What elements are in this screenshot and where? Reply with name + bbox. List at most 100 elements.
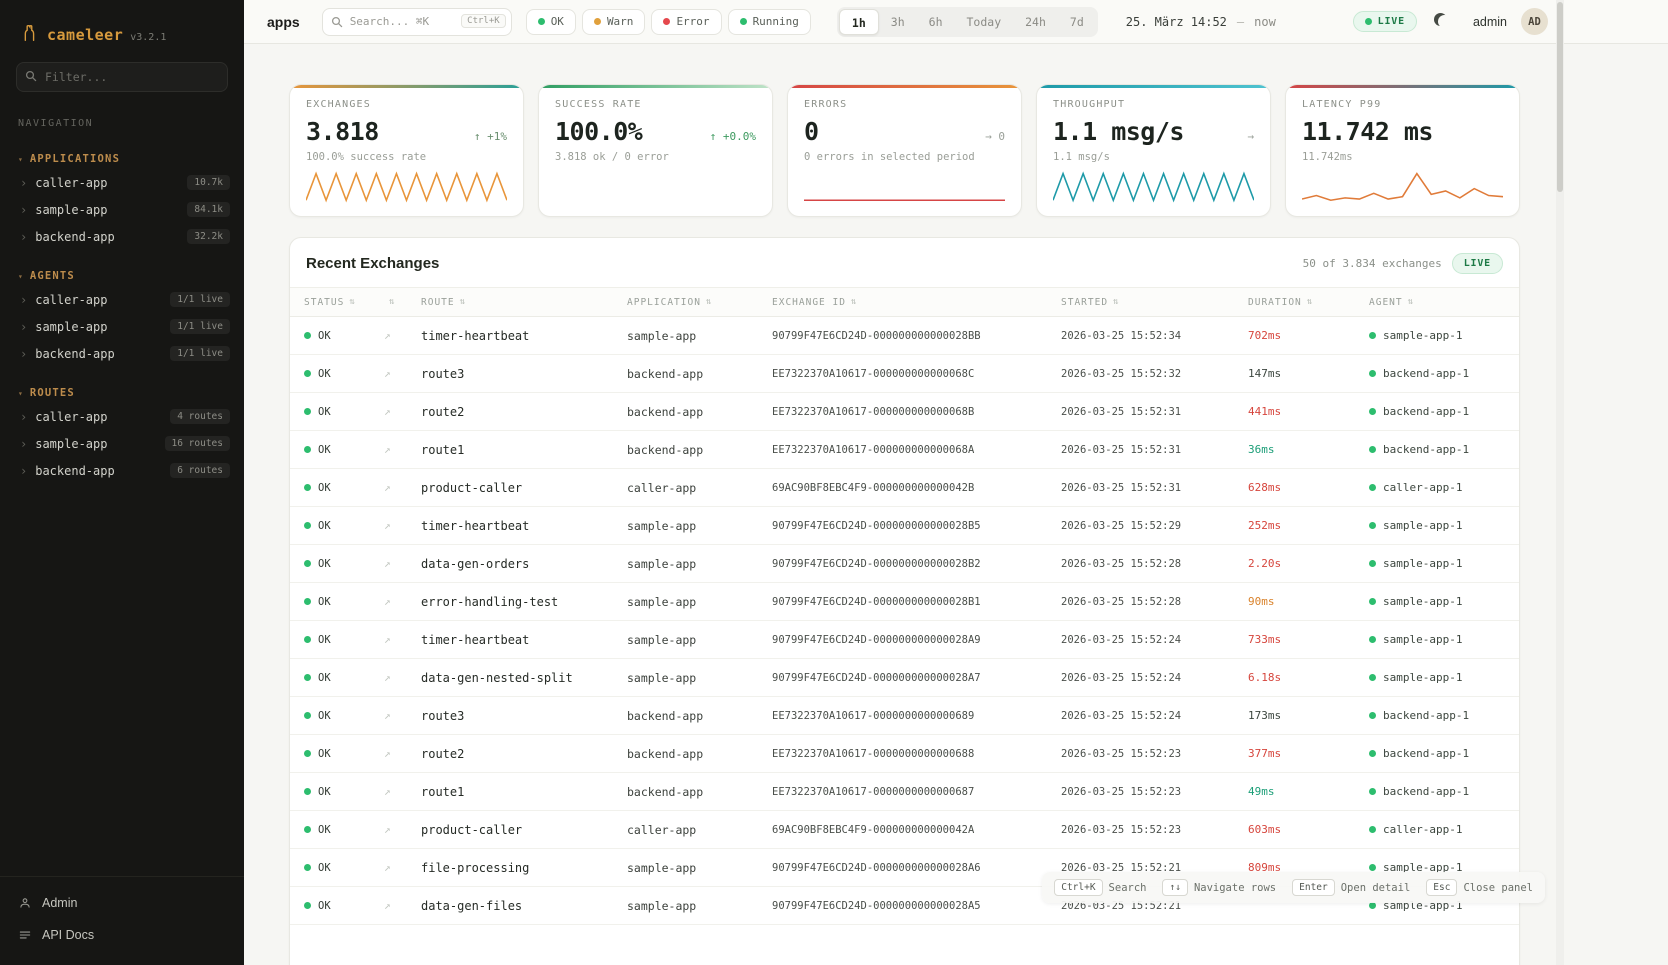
sidebar-section-header[interactable]: ▾ AGENTS (0, 266, 244, 286)
ok-status-dot-icon (304, 788, 311, 795)
open-detail-icon[interactable]: ↗ (384, 899, 421, 912)
keyboard-hint: Esc Close panel (1426, 879, 1533, 896)
status-label: OK (318, 710, 331, 722)
started-cell: 2026-03-25 15:52:29 (1061, 520, 1248, 532)
open-detail-icon[interactable]: ↗ (384, 329, 421, 342)
avatar[interactable]: AD (1521, 8, 1548, 35)
open-detail-icon[interactable]: ↗ (384, 823, 421, 836)
table-row[interactable]: OK ↗ route3 backend-app EE7322370A10617-… (290, 355, 1519, 393)
sidebar-item[interactable]: › backend-app 32.2k (0, 223, 244, 250)
table-row[interactable]: OK ↗ route1 backend-app EE7322370A10617-… (290, 431, 1519, 469)
application-cell: backend-app (627, 367, 772, 381)
table-row[interactable]: OK ↗ route2 backend-app EE7322370A10617-… (290, 735, 1519, 773)
table-row[interactable]: OK ↗ timer-heartbeat sample-app 90799F47… (290, 317, 1519, 355)
column-header[interactable]: ROUTE ⇅ (421, 297, 627, 308)
sort-icon: ⇅ (389, 297, 395, 307)
open-detail-icon[interactable]: ↗ (384, 405, 421, 418)
sidebar-item[interactable]: › sample-app 16 routes (0, 430, 244, 457)
sidebar: cameleer v3.2.1 NAVIGATION ▾ APPLICATION… (0, 0, 244, 965)
table-row[interactable]: OK ↗ route2 backend-app EE7322370A10617-… (290, 393, 1519, 431)
datetime-display: 25. März 14:52 — now (1126, 15, 1276, 29)
column-header[interactable]: ⇅ (384, 297, 421, 307)
open-detail-icon[interactable]: ↗ (384, 709, 421, 722)
column-header[interactable]: AGENT ⇅ (1369, 297, 1519, 308)
column-header[interactable]: STATUS ⇅ (304, 297, 384, 308)
live-label: LIVE (1378, 16, 1405, 27)
sidebar-item[interactable]: › backend-app 6 routes (0, 457, 244, 484)
ok-status-dot-icon (304, 864, 311, 871)
column-header[interactable]: STARTED ⇅ (1061, 297, 1248, 308)
time-range-button[interactable]: 24h (1013, 9, 1058, 35)
sidebar-footer-label: Admin (42, 896, 77, 910)
open-detail-icon[interactable]: ↗ (384, 785, 421, 798)
open-detail-icon[interactable]: ↗ (384, 671, 421, 684)
table-row[interactable]: OK ↗ timer-heartbeat sample-app 90799F47… (290, 621, 1519, 659)
table-row[interactable]: OK ↗ error-handling-test sample-app 9079… (290, 583, 1519, 621)
sidebar-item[interactable]: › caller-app 10.7k (0, 169, 244, 196)
sidebar-item[interactable]: › backend-app 1/1 live (0, 340, 244, 367)
open-detail-icon[interactable]: ↗ (384, 557, 421, 570)
open-detail-icon[interactable]: ↗ (384, 519, 421, 532)
chevron-right-icon: › (20, 320, 27, 334)
agent-status-dot-icon (1369, 446, 1376, 453)
route-cell: timer-heartbeat (421, 633, 627, 647)
status-filter-chip[interactable]: Warn (582, 9, 646, 35)
sidebar-section-title: ROUTES (30, 387, 75, 399)
started-cell: 2026-03-25 15:52:32 (1061, 368, 1248, 380)
table-row[interactable]: OK ↗ data-gen-orders sample-app 90799F47… (290, 545, 1519, 583)
open-detail-icon[interactable]: ↗ (384, 481, 421, 494)
page-scrollbar[interactable] (1556, 0, 1564, 965)
sidebar-item-api-docs[interactable]: API Docs (0, 919, 244, 951)
table-row[interactable]: OK ↗ data-gen-nested-split sample-app 90… (290, 659, 1519, 697)
column-header[interactable]: DURATION ⇅ (1248, 297, 1369, 308)
sidebar-item-label: sample-app (35, 203, 179, 217)
time-range-button[interactable]: 3h (879, 9, 917, 35)
table-row[interactable]: OK ↗ timer-heartbeat sample-app 90799F47… (290, 507, 1519, 545)
sidebar-item[interactable]: › sample-app 84.1k (0, 196, 244, 223)
open-detail-icon[interactable]: ↗ (384, 367, 421, 380)
open-detail-icon[interactable]: ↗ (384, 633, 421, 646)
kpi-card: THROUGHPUT 1.1 msg/s → 1.1 msg/s (1036, 84, 1271, 217)
scrollbar-thumb[interactable] (1557, 2, 1563, 192)
sort-icon: ⇅ (1307, 297, 1313, 307)
duration-cell: 733ms (1248, 633, 1369, 646)
sidebar-section-header[interactable]: ▾ ROUTES (0, 383, 244, 403)
started-cell: 2026-03-25 15:52:24 (1061, 634, 1248, 646)
open-detail-icon[interactable]: ↗ (384, 443, 421, 456)
status-filter-chip[interactable]: Error (651, 9, 721, 35)
sort-icon: ⇅ (1113, 297, 1119, 307)
status-filter-chip[interactable]: OK (526, 9, 576, 35)
navigation-label: NAVIGATION (18, 118, 226, 129)
table-row[interactable]: OK ↗ route1 backend-app EE7322370A10617-… (290, 773, 1519, 811)
time-range-button[interactable]: Today (955, 9, 1014, 35)
docs-icon (18, 928, 32, 942)
started-cell: 2026-03-25 15:52:31 (1061, 406, 1248, 418)
status-filter-chip[interactable]: Running (728, 9, 811, 35)
table-row[interactable]: OK ↗ product-caller caller-app 69AC90BF8… (290, 469, 1519, 507)
open-detail-icon[interactable]: ↗ (384, 861, 421, 874)
started-cell: 2026-03-25 15:52:24 (1061, 710, 1248, 722)
sidebar-item-admin[interactable]: Admin (0, 887, 244, 919)
live-badge[interactable]: LIVE (1353, 11, 1417, 32)
status-label: OK (318, 596, 331, 608)
agent-status-dot-icon (1369, 522, 1376, 529)
table-row[interactable]: OK ↗ product-caller caller-app 69AC90BF8… (290, 811, 1519, 849)
column-header[interactable]: APPLICATION ⇅ (627, 297, 772, 308)
sidebar-item[interactable]: › sample-app 1/1 live (0, 313, 244, 340)
sidebar-item[interactable]: › caller-app 4 routes (0, 403, 244, 430)
filter-input[interactable] (16, 62, 228, 92)
open-detail-icon[interactable]: ↗ (384, 595, 421, 608)
sidebar-section-header[interactable]: ▾ APPLICATIONS (0, 149, 244, 169)
hint-key: Esc (1426, 879, 1457, 896)
chevron-right-icon: › (20, 230, 27, 244)
column-header[interactable]: EXCHANGE ID ⇅ (772, 297, 1061, 308)
sidebar-item[interactable]: › caller-app 1/1 live (0, 286, 244, 313)
time-range-button[interactable]: 6h (917, 9, 955, 35)
theme-toggle-button[interactable] (1431, 8, 1459, 36)
time-range-button[interactable]: 7d (1058, 9, 1096, 35)
time-range-button[interactable]: 1h (839, 9, 879, 35)
open-detail-icon[interactable]: ↗ (384, 747, 421, 760)
agent-cell: backend-app-1 (1369, 747, 1519, 760)
table-row[interactable]: OK ↗ route3 backend-app EE7322370A10617-… (290, 697, 1519, 735)
kpi-sparkline (1053, 166, 1254, 204)
